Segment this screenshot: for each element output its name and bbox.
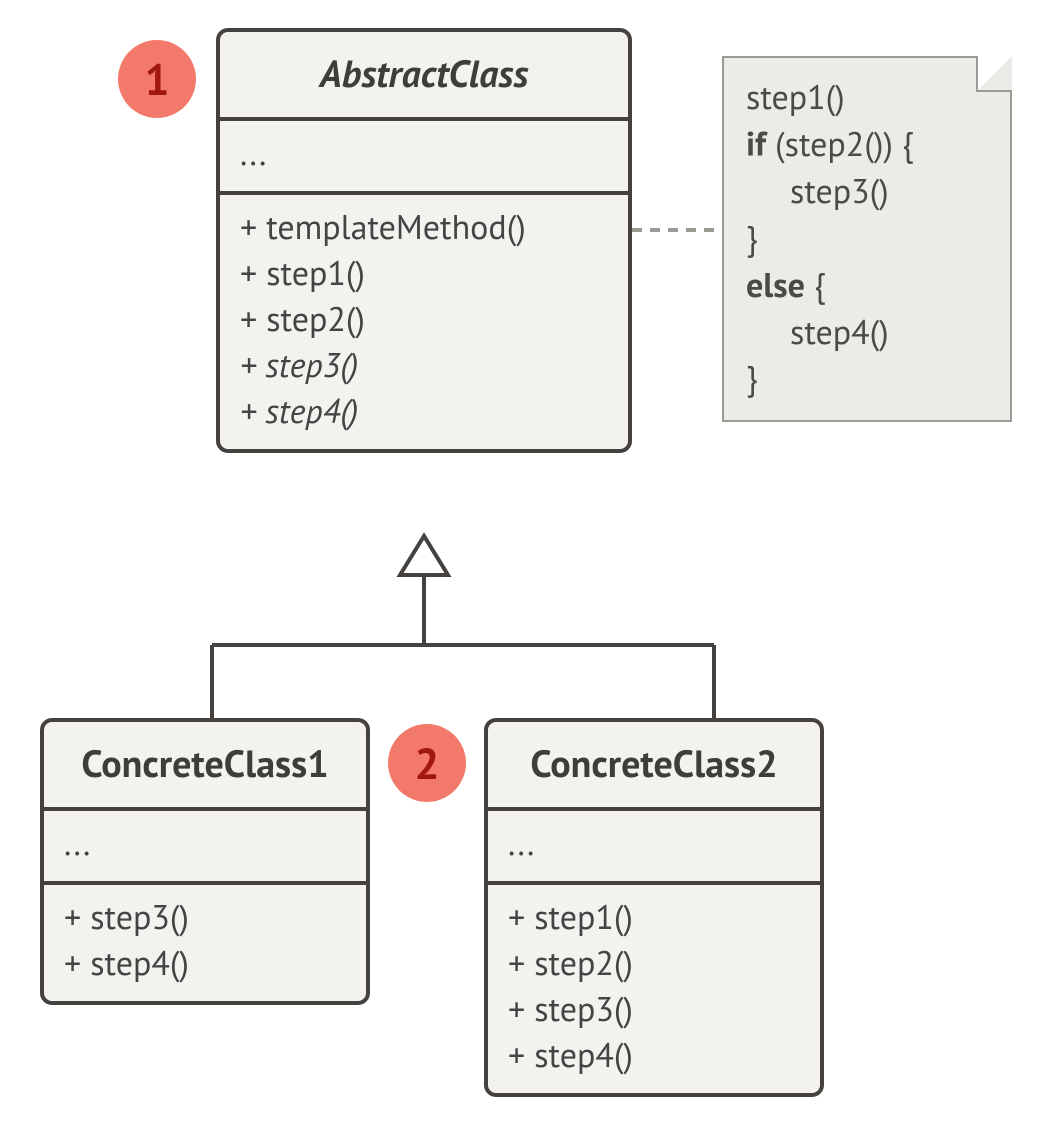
method-step4: + step4() [508,1033,800,1079]
class-name-abstract: AbstractClass [220,32,628,117]
method-step4: + step4() [240,389,608,435]
annotation-badge-2: 2 [388,724,466,802]
method-step3: + step3() [508,987,800,1033]
method-step2: + step2() [508,941,800,987]
class-attrs-concrete1: ... [44,807,366,881]
method-step3: + step3() [240,343,608,389]
class-attrs-abstract: ... [220,117,628,191]
diagram-canvas: 1 AbstractClass ... + templateMethod() +… [0,0,1050,1140]
method-step1: + step1() [508,895,800,941]
uml-class-concrete2: ConcreteClass2 ... + step1() + step2() +… [484,718,824,1097]
class-attrs-concrete2: ... [488,807,820,881]
note-line: step4() [746,309,988,356]
annotation-badge-1: 1 [118,40,196,118]
note-line: } [746,355,988,402]
class-name-concrete1: ConcreteClass1 [44,722,366,807]
note-line: step1() [746,74,988,121]
note-line: } [746,215,988,262]
note-line: if (step2()) { [746,121,988,168]
note-line: step3() [746,168,988,215]
uml-class-abstract: AbstractClass ... + templateMethod() + s… [216,28,632,453]
method-step2: + step2() [240,297,608,343]
pseudocode-note: step1() if (step2()) { step3() } else { … [722,56,1012,422]
method-step1: + step1() [240,251,608,297]
method-step3: + step3() [64,895,346,941]
method-templateMethod: + templateMethod() [240,205,608,251]
note-fold-icon [976,56,1012,92]
inheritance-arrowhead [400,536,448,575]
uml-class-concrete1: ConcreteClass1 ... + step3() + step4() [40,718,370,1005]
class-methods-concrete2: + step1() + step2() + step3() + step4() [488,881,820,1093]
method-step4: + step4() [64,941,346,987]
note-line: else { [746,262,988,309]
class-methods-concrete1: + step3() + step4() [44,881,366,1001]
class-name-concrete2: ConcreteClass2 [488,722,820,807]
class-methods-abstract: + templateMethod() + step1() + step2() +… [220,191,628,448]
